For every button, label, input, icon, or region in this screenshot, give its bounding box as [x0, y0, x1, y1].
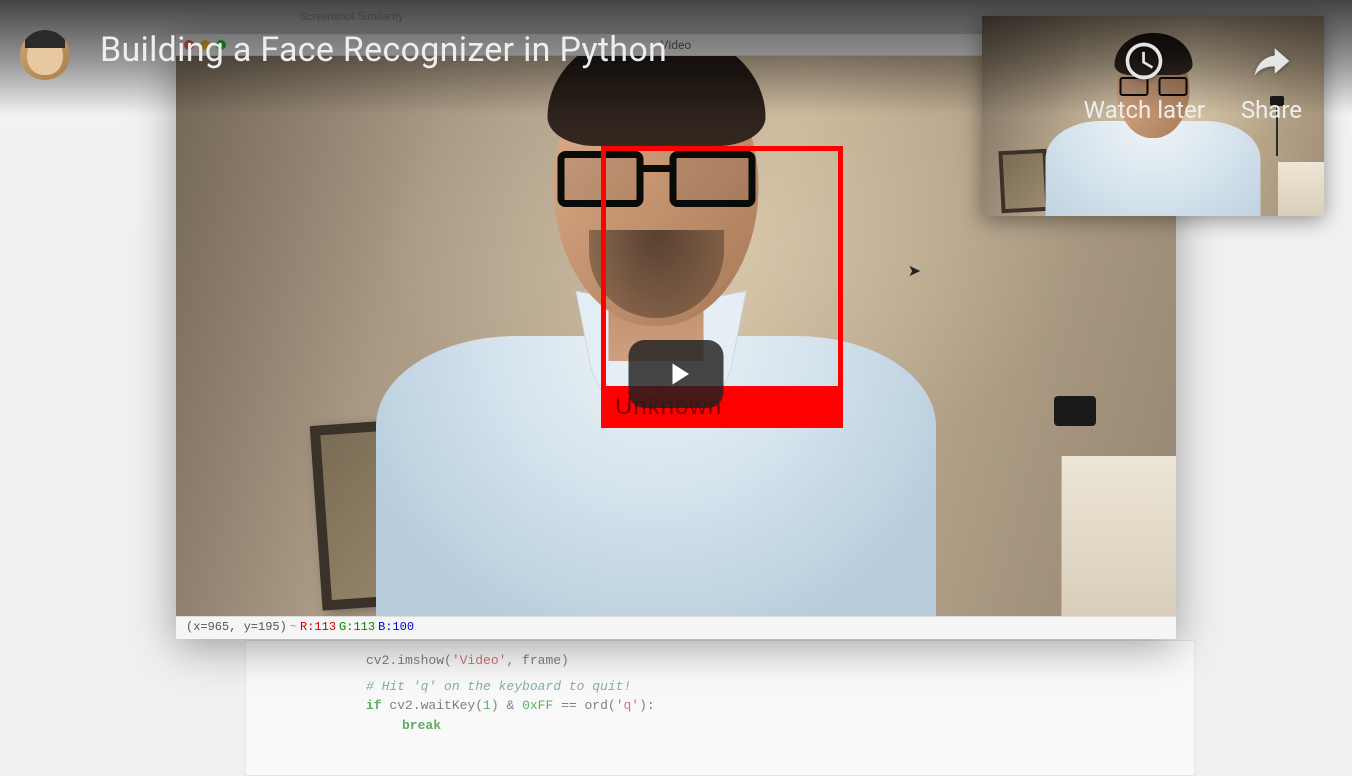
share-button[interactable]: Share — [1241, 36, 1302, 124]
channel-avatar[interactable] — [20, 30, 70, 80]
share-label: Share — [1241, 96, 1302, 124]
pip-picture-frame — [998, 149, 1049, 213]
header-actions: Watch later Share — [1084, 30, 1302, 124]
camera-prop — [1054, 396, 1096, 426]
b-value: B:100 — [378, 620, 414, 636]
watch-later-label: Watch later — [1084, 96, 1205, 124]
pip-radiator — [1278, 162, 1324, 216]
avatar-hair — [25, 30, 65, 48]
video-title[interactable]: Building a Face Recognizer in Python — [100, 30, 1084, 70]
youtube-player: Video — [0, 0, 1352, 754]
opencv-statusbar: (x=965, y=195) ~ R:113 G:113 B:100 — [176, 616, 1176, 639]
separator: ~ — [290, 620, 297, 636]
player-header: Building a Face Recognizer in Python Wat… — [0, 0, 1352, 115]
play-button[interactable] — [629, 340, 724, 408]
mouse-cursor-icon: ➤ — [908, 261, 921, 280]
play-icon — [661, 356, 697, 392]
g-value: G:113 — [339, 620, 375, 636]
share-icon — [1246, 36, 1296, 86]
r-value: R:113 — [300, 620, 336, 636]
pixel-coords: (x=965, y=195) — [186, 620, 287, 636]
watch-later-icon — [1119, 36, 1169, 86]
watch-later-button[interactable]: Watch later — [1084, 36, 1205, 124]
radiator-prop — [1061, 456, 1176, 616]
